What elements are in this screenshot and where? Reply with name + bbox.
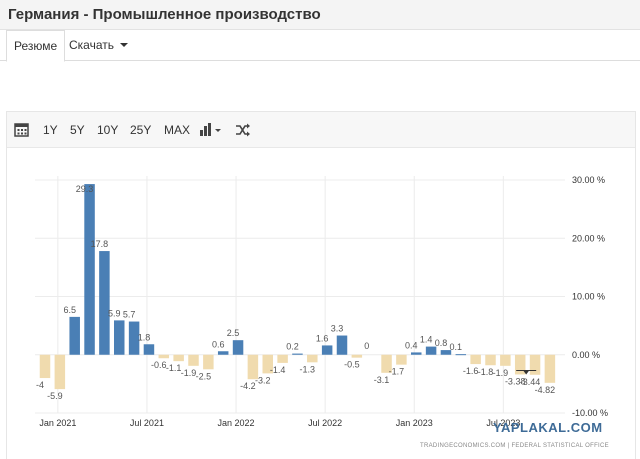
x-tick-label: Jan 2021 (39, 418, 76, 428)
bar (277, 354, 288, 363)
source-text: TRADINGECONOMICS.COM | FEDERAL STATISTIC… (420, 443, 609, 449)
bar (217, 351, 229, 355)
y-tick-label: 10.00 % (572, 292, 605, 302)
data-label: 5.9 (108, 308, 121, 318)
tab-download-label: Скачать (69, 38, 114, 52)
chart-area: -4-5.9 6.5 29.3 17.8 5.9 5.7 1.8 -0.6 -1.1 -1.9 -2… (35, 175, 609, 449)
bar (514, 354, 526, 375)
data-label: -2.5 (196, 371, 212, 381)
bar (39, 354, 51, 379)
bar (143, 344, 155, 355)
data-label: 1.6 (316, 333, 329, 343)
data-label: 1.4 (420, 335, 433, 345)
data-label: 3.3 (331, 324, 344, 334)
data-label: -1.6 (463, 366, 479, 376)
tab-bar: Резюме Скачать (0, 30, 640, 62)
bar (455, 354, 467, 356)
data-label: -1.8 (478, 367, 494, 377)
data-label: -1.7 (389, 367, 405, 377)
data-label: -1.4 (270, 365, 286, 375)
x-tick-label: Jan 2022 (218, 418, 255, 428)
bar (544, 354, 556, 383)
chevron-down-icon (120, 42, 128, 47)
y-tick-label: 0.00 % (572, 350, 600, 360)
data-label: -5.9 (47, 391, 63, 401)
data-label: 0.4 (405, 340, 418, 350)
data-label: -4.82 (535, 385, 556, 395)
bar (336, 335, 348, 355)
y-tick-label: 20.00 % (572, 233, 605, 243)
data-label: -3.2 (255, 375, 271, 385)
bar (188, 354, 199, 366)
bar (500, 354, 511, 366)
bar (307, 354, 318, 363)
data-label: 17.8 (91, 239, 109, 249)
bar (470, 354, 481, 365)
bar (158, 354, 170, 359)
data-label: 0.8 (435, 338, 448, 348)
title-bar: Германия - Промышленное производство (0, 0, 640, 30)
data-label: -0.6 (151, 360, 167, 370)
data-label: 0.6 (212, 339, 225, 349)
bar (396, 354, 407, 365)
bar (485, 354, 496, 366)
bar (529, 354, 541, 375)
data-label: 2.5 (227, 328, 240, 338)
data-label: -4 (36, 380, 44, 390)
tab-download[interactable]: Скачать (62, 30, 135, 61)
data-label: 0.2 (286, 342, 299, 352)
data-label: -1.3 (300, 364, 316, 374)
bar (99, 251, 110, 355)
tab-summary[interactable]: Резюме (6, 30, 66, 62)
bar (232, 340, 244, 355)
data-label: -0.5 (344, 360, 360, 370)
bar (84, 184, 95, 355)
x-tick-label: Jul 2022 (308, 418, 342, 428)
y-tick-label: 30.00 % (572, 175, 605, 185)
bar (114, 320, 125, 355)
data-label: 5.7 (123, 310, 136, 320)
bar (173, 354, 184, 362)
watermark-logo: YAPLAKAL.COM (493, 420, 603, 435)
y-tick-label: -10.00 % (572, 408, 608, 418)
bar (69, 316, 80, 355)
bar (351, 354, 363, 358)
chart-panel: 1Y 5Y 10Y 25Y MAX -4 -5.9 6.5 29.3 17.8 5.9 5.… (6, 111, 636, 459)
data-label: 6.5 (63, 305, 76, 315)
x-tick-label: Jan 2023 (396, 418, 433, 428)
bar (321, 345, 333, 355)
data-label: 1.8 (138, 332, 151, 342)
data-label: -1.1 (166, 363, 182, 373)
bar (411, 352, 422, 355)
data-label: -4.2 (240, 381, 256, 391)
x-tick-label: Jul 2021 (130, 418, 164, 428)
page-title: Германия - Промышленное производство (8, 6, 321, 23)
data-label: 29.3 (76, 184, 94, 194)
data-label: -3.1 (374, 375, 390, 385)
bar (203, 354, 214, 370)
data-label: 0.1 (450, 342, 463, 352)
data-label: 0 (364, 341, 369, 351)
data-label: -1.9 (181, 368, 197, 378)
bar (54, 354, 66, 390)
bar (292, 353, 303, 355)
